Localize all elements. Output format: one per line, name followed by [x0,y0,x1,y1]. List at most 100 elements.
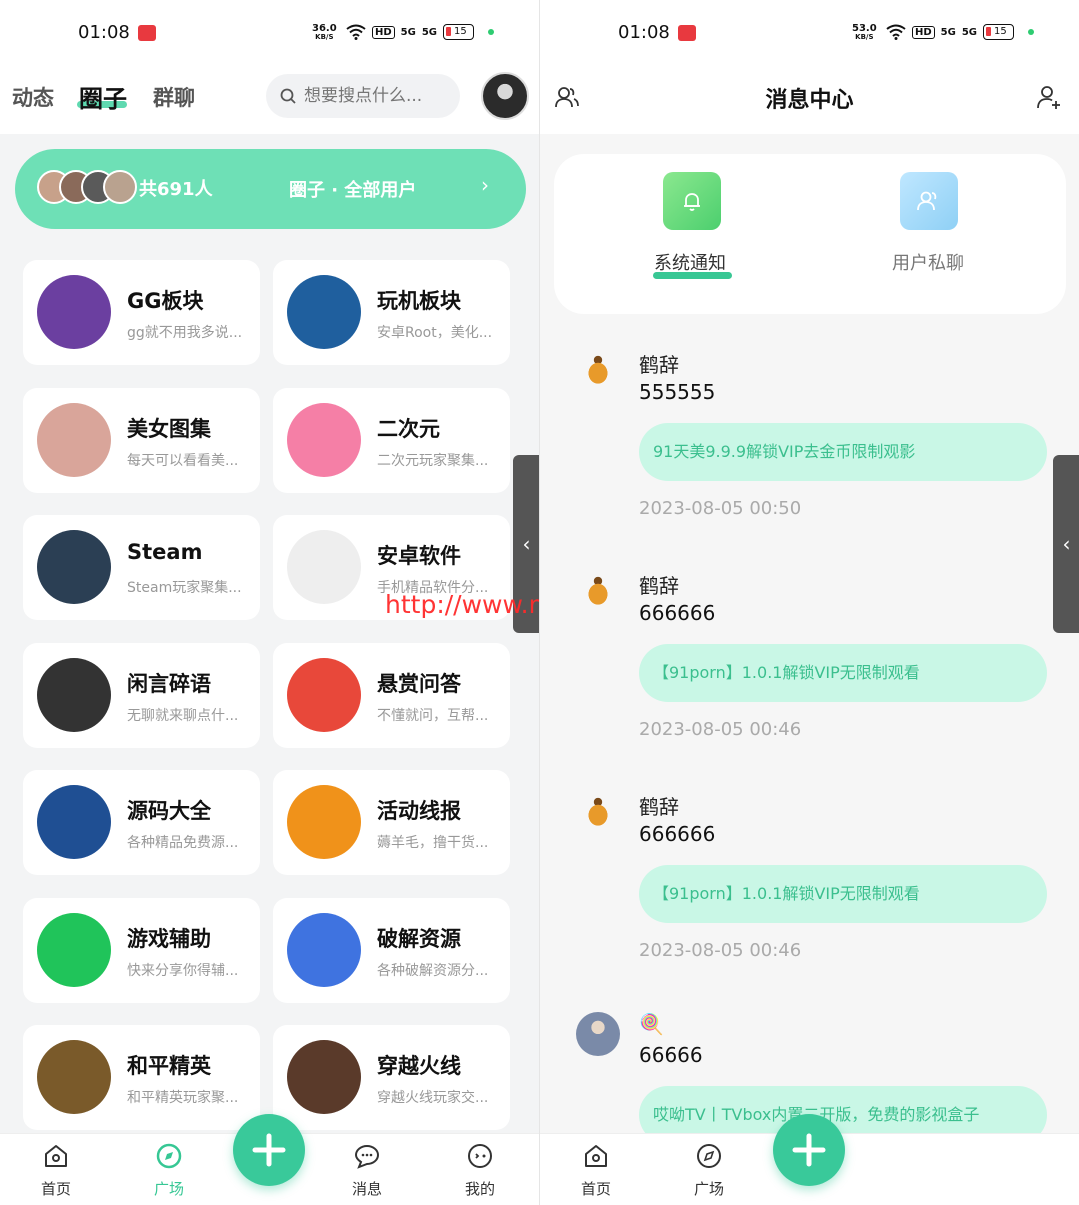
steam-icon [37,530,111,604]
circle-card[interactable]: 源码大全 各种精品免费源... [23,770,260,875]
html5-icon [37,785,111,859]
avatar [103,170,137,204]
wifi-icon [346,24,366,40]
quoted-post[interactable]: 【91porn】1.0.1解锁VIP无限制观看 [639,644,1047,702]
status-time: 01:08 [618,22,670,43]
tab-group-chat[interactable]: 群聊 [153,82,195,112]
circle-name: 穿越火线 [377,1054,461,1078]
nav-home[interactable]: 首页 [21,1142,91,1199]
circle-card[interactable]: 悬赏问答 不懂就问，互帮... [273,642,510,748]
banner-title: 圈子 · 全部用户 [289,180,417,201]
message-content: 66666 [639,1043,703,1067]
circle-card[interactable]: Steam Steam玩家聚集... [23,515,260,620]
compass-icon [156,1143,182,1169]
circle-description: 快来分享你得辅... [127,962,239,979]
side-drawer-handle[interactable]: ‹ [1053,455,1079,633]
circle-description: 各种破解资源分... [377,962,489,979]
pubg-icon [37,1040,111,1114]
crossfire-icon [287,1040,361,1114]
circle-card[interactable]: 闲言碎语 无聊就来聊点什... [23,642,260,748]
circle-card[interactable]: GG板块 gg就不用我多说... [23,260,260,365]
circle-description: 每天可以看看美... [127,452,239,469]
circle-card[interactable]: 美女图集 每天可以看看美... [23,387,260,493]
all-users-banner[interactable]: 共691人 圈子 · 全部用户 › [15,149,526,229]
user-avatar[interactable] [481,72,529,120]
quoted-post[interactable]: 91天美9.9.9解锁VIP去金币限制观影 [639,423,1047,481]
nav-square[interactable]: 广场 [134,1142,204,1199]
user-name: 🍭 [639,1012,664,1036]
tab-indicator [653,272,732,279]
wifi-icon [886,24,906,40]
plus-icon [792,1133,826,1167]
search-box[interactable] [266,74,460,118]
home-icon [585,1145,607,1167]
nav-home[interactable]: 首页 [561,1142,631,1199]
circle-card[interactable]: 游戏辅助快来分享你得辅... [23,897,260,1003]
nav-messages[interactable]: 消息 [332,1142,402,1199]
tab-private-chat-label[interactable]: 用户私聊 [892,249,964,275]
circle-card[interactable]: 二次元 二次元玩家聚集... [273,387,510,493]
circle-card[interactable]: 活动线报薅羊毛，撸干货... [273,770,510,875]
smile-icon [468,1144,492,1168]
create-post-button[interactable] [773,1114,845,1186]
top-bar: 消息中心 [540,64,1079,134]
gg-icon [37,275,111,349]
signal-icon: 5G [940,26,956,38]
circle-description: 安卓Root，美化... [377,325,493,341]
tab-system-notice[interactable] [663,172,721,230]
timestamp: 2023-08-05 00:50 [639,498,802,519]
quoted-post[interactable]: 【91porn】1.0.1解锁VIP无限制观看 [639,865,1047,923]
chat-icon [354,1144,380,1169]
android-icon [287,530,361,604]
status-dot [487,29,494,35]
signal-icon: 5G [421,26,438,38]
message-content: 666666 [639,601,716,625]
circle-name: 玩机板块 [377,289,461,313]
panda-meme-icon [37,657,111,732]
gamepad-blue-icon [287,275,361,349]
circle-name: 游戏辅助 [127,926,211,951]
circle-card[interactable]: 穿越火线 穿越火线玩家交... [273,1025,510,1130]
avatar[interactable] [576,570,620,614]
timestamp: 2023-08-05 00:46 [639,940,802,961]
bell-icon [684,193,700,211]
user-name: 鹤辞 [639,574,679,598]
avatar[interactable] [576,1012,620,1056]
chevron-left-icon: ‹ [522,532,531,556]
avatar[interactable] [576,791,620,835]
bilibili-tv-icon [287,402,361,477]
tab-private-chat[interactable] [900,172,958,230]
search-input[interactable] [304,86,444,106]
circle-name: 安卓软件 [377,544,461,568]
chevron-right-icon: › [481,173,489,197]
tab-dynamic[interactable]: 动态 [12,82,54,112]
tab-circle[interactable]: 圈子 [79,79,127,114]
circle-card[interactable]: 和平精英 和平精英玩家聚... [23,1025,260,1130]
compass-icon [697,1144,721,1168]
avatar[interactable] [576,349,620,393]
chevron-left-icon: ‹ [1062,532,1071,556]
circle-description: 薅羊毛，撸干货... [377,835,489,851]
hd-badge: HD [372,25,395,39]
status-bar: 01:08 36.0 KB/S HD 5G 5G 15 [0,0,539,64]
circle-name: 闲言碎语 [127,671,211,696]
nav-square[interactable]: 广场 [674,1142,744,1199]
circle-screen: 01:08 36.0KB/S HD 5G 5G 15 动态 圈子 群聊 共691… [0,0,539,1205]
message-center-screen: 01:08 53.0 KB/S HD 5G 5G 15 消息中心 系统通知 用户私… [540,0,1079,1205]
reward-icon [287,657,361,732]
nav-profile[interactable]: 我的 [445,1142,515,1199]
user-name: 鹤辞 [639,353,679,377]
status-dot [1027,29,1034,35]
circle-name: 活动线报 [377,799,461,823]
circle-description: 各种精品免费源... [127,835,239,851]
circle-description: 二次元玩家聚集... [377,452,489,469]
add-friend-icon[interactable] [1036,84,1062,110]
watermark: http://www.miyuanma.com [385,590,539,619]
circle-card[interactable]: 玩机板块安卓Root，美化... [273,260,510,365]
create-post-button[interactable] [233,1114,305,1186]
circle-card[interactable]: 破解资源 各种破解资源分... [273,897,510,1003]
search-icon [280,88,296,104]
users-icon [917,191,937,211]
member-count: 共691人 [139,179,213,200]
plus-icon [252,1133,286,1167]
